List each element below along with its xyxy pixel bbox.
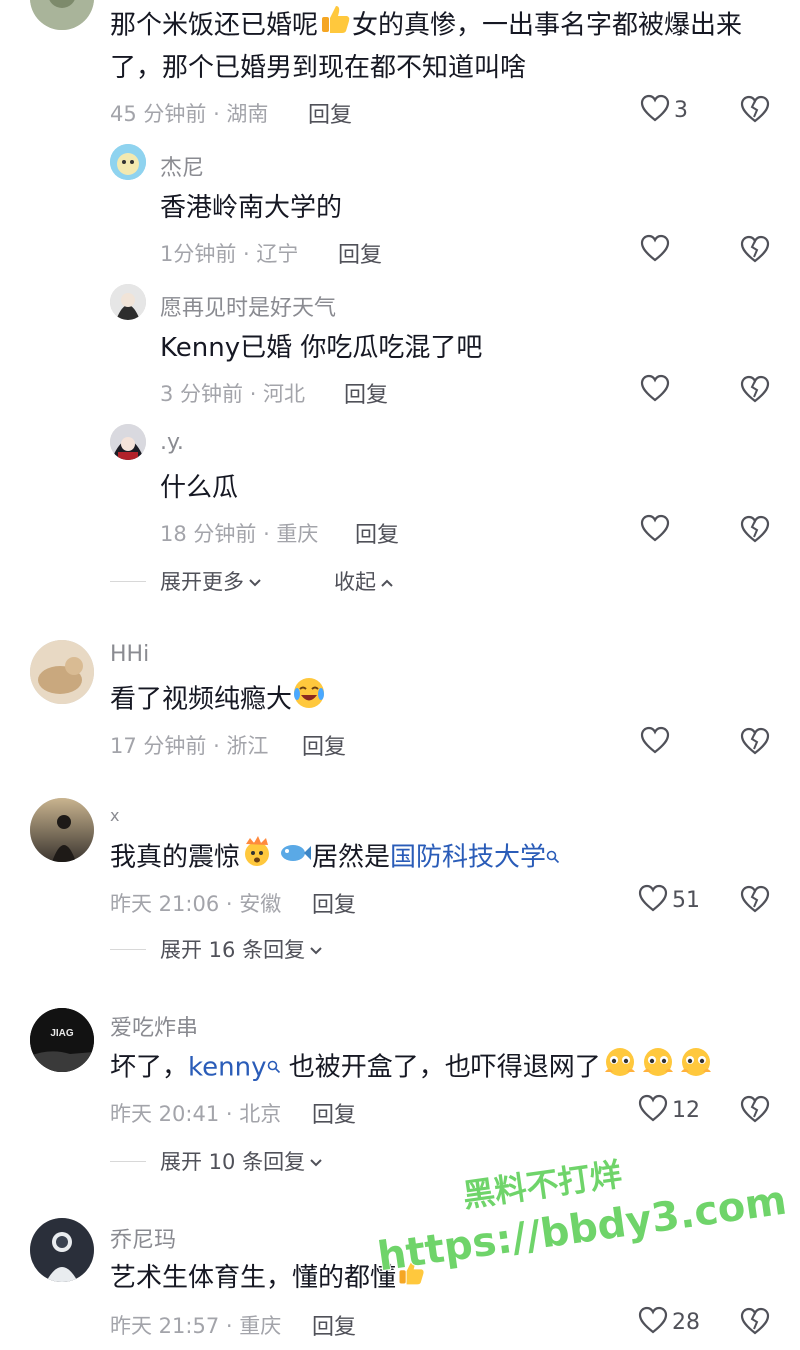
chevron-down-icon [309,937,323,961]
comment-meta: 昨天 21:57 · 重庆 [110,1314,282,1338]
collapse-button[interactable]: 收起 [334,566,394,596]
chevron-down-icon [309,1149,323,1173]
broken-heart-icon [740,235,770,267]
dislike-button[interactable] [740,727,770,759]
like-count: 28 [672,1309,700,1335]
username[interactable]: 愿再见时是好天气 [160,290,336,322]
broken-heart-icon [740,885,770,917]
comment-text-line-2: 了，那个已婚男到现在都不知道叫啥 [110,53,527,83]
chevron-down-icon [248,569,262,593]
like-button[interactable]: 3 [640,94,700,126]
like-count: 3 [674,97,688,123]
broken-heart-icon [740,727,770,759]
avatar[interactable] [30,640,94,704]
expand-more-button[interactable]: 展开更多 [110,566,262,596]
exploding-head-emoji-icon [240,834,274,882]
comment-meta: 45 分钟前 · 湖南 [110,102,269,126]
broken-heart-icon [740,95,770,127]
search-link[interactable]: kenny [188,1053,266,1083]
like-button[interactable]: 51 [638,884,700,916]
heart-outline-icon [640,514,670,546]
like-button[interactable]: 28 [638,1306,700,1338]
like-button[interactable] [640,514,700,546]
comment-text: 看了视频纯瘾大 [110,676,326,724]
avatar[interactable] [30,0,94,30]
like-button[interactable] [640,726,700,758]
crying-laughing-emoji-icon [292,676,326,724]
reply-meta: 18 分钟前 · 重庆 [160,522,319,546]
avatar-text: JIAG [50,1028,74,1039]
divider [110,580,146,582]
search-suffix-icon [546,841,560,871]
heart-outline-icon [638,1306,668,1338]
avatar[interactable]: JIAG [30,1008,94,1072]
like-button[interactable] [640,374,700,406]
thumbs-up-emoji-icon [318,2,352,50]
fish-emoji-icon [278,836,312,880]
username[interactable]: .y. [160,430,184,455]
reply-button[interactable]: 回复 [338,237,382,269]
avatar[interactable] [110,144,146,180]
dislike-button[interactable] [740,235,770,267]
reply-text: 什么瓜 [160,473,239,503]
avatar[interactable] [110,424,146,460]
reply-meta: 3 分钟前 · 河北 [160,382,306,406]
dislike-button[interactable] [740,95,770,127]
comment-text: 我真的震惊 居然是国防科技大学 [110,834,560,882]
username[interactable]: HHi [110,642,149,667]
divider [110,948,146,950]
broken-heart-icon [740,375,770,407]
like-button[interactable] [640,234,700,266]
heart-outline-icon [640,234,670,266]
like-button[interactable]: 12 [638,1094,700,1126]
comment-meta: 17 分钟前 · 浙江 [110,734,269,758]
username[interactable]: 乔尼玛 [110,1222,176,1254]
username[interactable]: 爱吃炸串 [110,1010,198,1042]
comment-meta: 昨天 21:06 · 安徽 [110,892,282,916]
pleading-emoji-icon [677,1044,715,1092]
dislike-button[interactable] [740,1307,770,1339]
heart-outline-icon [640,726,670,758]
like-count: 51 [672,887,700,913]
avatar[interactable] [110,284,146,320]
reply-button[interactable]: 回复 [312,887,356,919]
comment-text: 坏了，kenny 也被开盒了，也吓得退网了 [110,1044,715,1092]
avatar[interactable] [30,798,94,862]
reply-button[interactable]: 回复 [312,1309,356,1341]
like-count: 12 [672,1097,700,1123]
reply-button[interactable]: 回复 [302,729,346,761]
dislike-button[interactable] [740,1095,770,1127]
reply-text: Kenny已婚 你吃瓜吃混了吧 [160,333,483,363]
heart-outline-icon [640,94,670,126]
dislike-button[interactable] [740,515,770,547]
broken-heart-icon [740,515,770,547]
dislike-button[interactable] [740,885,770,917]
reply-text: 香港岭南大学的 [160,193,343,223]
comment-meta: 昨天 20:41 · 北京 [110,1102,282,1126]
reply-meta: 1分钟前 · 辽宁 [160,242,299,266]
reply-button[interactable]: 回复 [355,517,399,549]
comment-text: 那个米饭还已婚呢 女的真惨，一出事名字都被爆出来 [110,2,742,50]
heart-outline-icon [638,884,668,916]
heart-outline-icon [640,374,670,406]
reply-button[interactable]: 回复 [308,97,352,129]
search-link[interactable]: 国防科技大学 [390,843,546,873]
dislike-button[interactable] [740,375,770,407]
broken-heart-icon [740,1095,770,1127]
pleading-emoji-icon [601,1044,639,1092]
search-suffix-icon [267,1051,281,1081]
reply-button[interactable]: 回复 [312,1097,356,1129]
expand-replies-button[interactable]: 展开 10 条回复 [110,1146,323,1176]
pleading-emoji-icon [639,1044,677,1092]
reply-button[interactable]: 回复 [344,377,388,409]
divider [110,1160,146,1162]
heart-outline-icon [638,1094,668,1126]
expand-replies-button[interactable]: 展开 16 条回复 [110,934,323,964]
avatar[interactable] [30,1218,94,1282]
username[interactable]: 杰尼 [160,150,204,182]
username[interactable]: x [110,806,119,825]
broken-heart-icon [740,1307,770,1339]
chevron-up-icon [380,569,394,593]
